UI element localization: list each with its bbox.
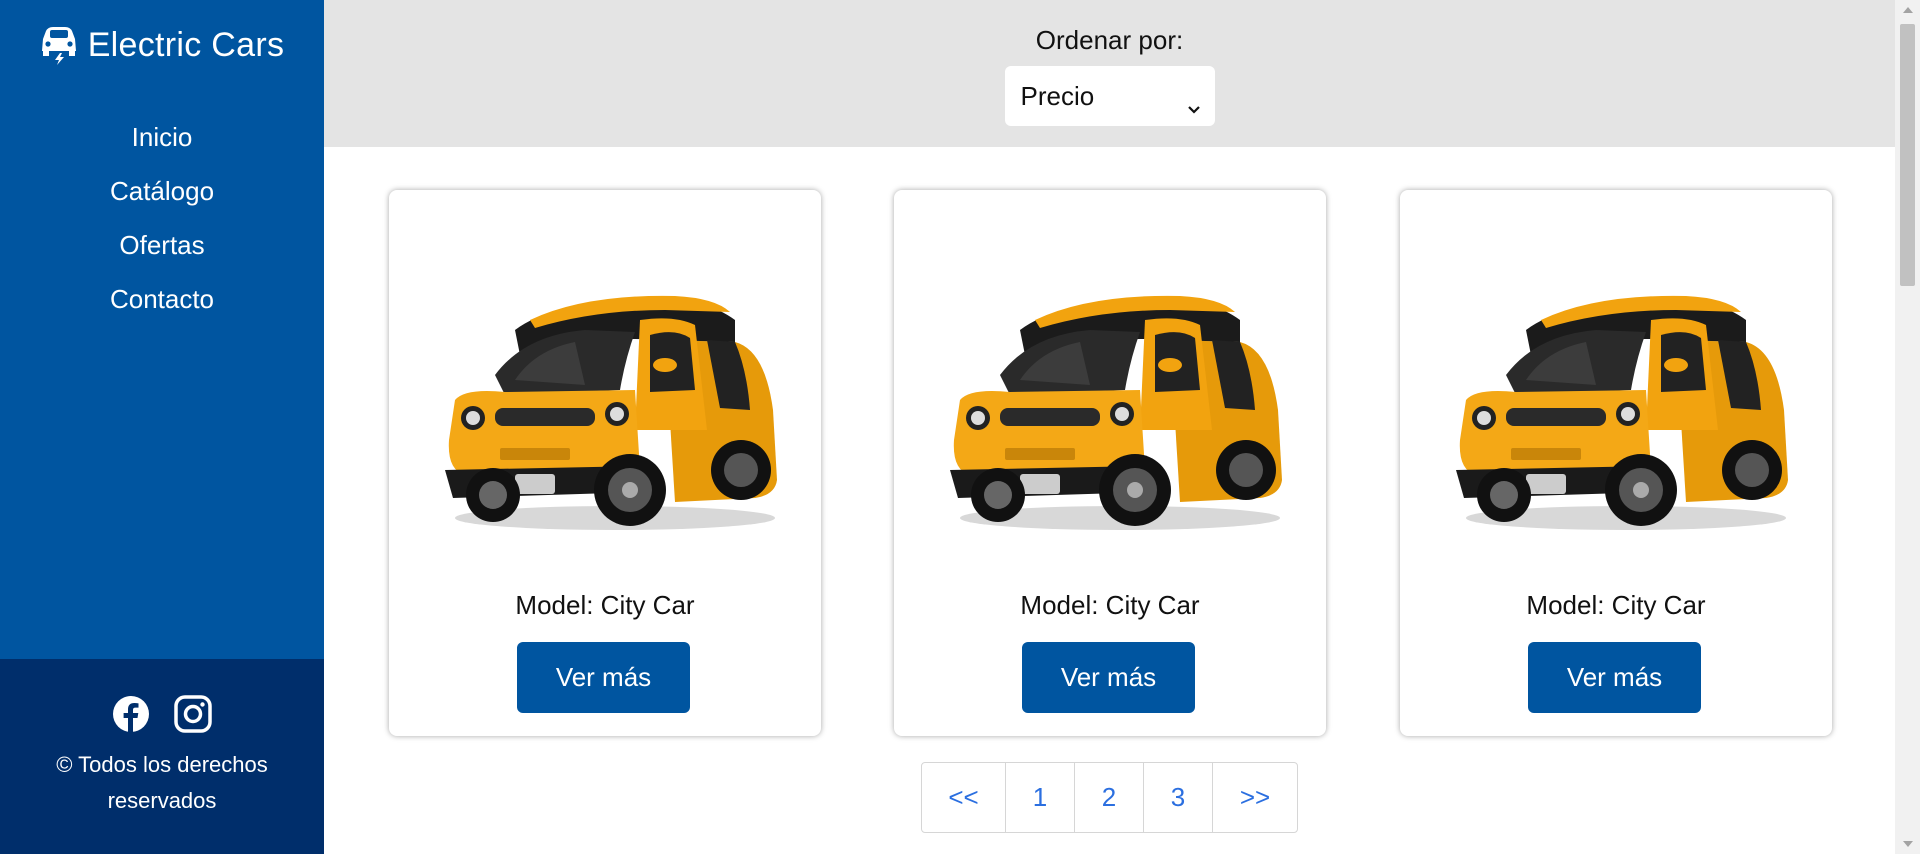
pagination-prev[interactable]: << xyxy=(922,763,1006,832)
main-nav: Inicio Catálogo Ofertas Contacto xyxy=(0,110,324,326)
product-card: Model: City Car Ver más xyxy=(1400,190,1832,736)
nav-item-catalogo[interactable]: Catálogo xyxy=(0,164,324,218)
nav-item-ofertas[interactable]: Ofertas xyxy=(0,218,324,272)
copyright-text: © Todos los derechos reservados xyxy=(56,752,268,813)
scroll-thumb[interactable] xyxy=(1900,24,1915,286)
pagination: << 1 2 3 >> xyxy=(921,762,1298,833)
brand[interactable]: Electric Cars xyxy=(0,0,324,86)
nav-item-contacto[interactable]: Contacto xyxy=(0,272,324,326)
car-charging-icon xyxy=(40,25,78,65)
pagination-next[interactable]: >> xyxy=(1213,763,1297,832)
scroll-up-arrow-icon[interactable] xyxy=(1895,0,1920,20)
card-model: Model: City Car xyxy=(515,590,695,620)
sort-select[interactable]: Precio xyxy=(1004,66,1215,126)
car-image xyxy=(435,280,783,535)
scrollbar[interactable] xyxy=(1895,0,1920,854)
ver-mas-button[interactable]: Ver más xyxy=(1022,642,1195,713)
pagination-page-2[interactable]: 2 xyxy=(1075,763,1144,832)
sidebar-footer: © Todos los derechos reservados xyxy=(0,659,324,854)
ver-mas-button[interactable]: Ver más xyxy=(1528,642,1701,713)
instagram-icon[interactable] xyxy=(174,695,212,733)
car-image xyxy=(1446,280,1794,535)
pagination-page-1[interactable]: 1 xyxy=(1006,763,1075,832)
nav-item-inicio[interactable]: Inicio xyxy=(0,110,324,164)
scroll-down-arrow-icon[interactable] xyxy=(1895,834,1920,854)
pagination-page-3[interactable]: 3 xyxy=(1144,763,1213,832)
chevron-down-icon xyxy=(1187,91,1201,114)
product-card: Model: City Car Ver más xyxy=(894,190,1326,736)
sort-label: Ordenar por: xyxy=(1035,25,1184,55)
facebook-icon[interactable] xyxy=(112,695,150,733)
card-model: Model: City Car xyxy=(1020,590,1200,620)
card-model: Model: City Car xyxy=(1526,590,1706,620)
sidebar: Electric Cars Inicio Catálogo Ofertas Co… xyxy=(0,0,324,854)
social-links xyxy=(0,695,324,733)
product-card: Model: City Car Ver más xyxy=(389,190,821,736)
sort-bar: Ordenar por: Precio xyxy=(324,0,1895,147)
sort-selected-value: Precio xyxy=(1020,80,1095,111)
ver-mas-button[interactable]: Ver más xyxy=(517,642,690,713)
car-image xyxy=(940,280,1288,535)
brand-name: Electric Cars xyxy=(87,25,285,64)
